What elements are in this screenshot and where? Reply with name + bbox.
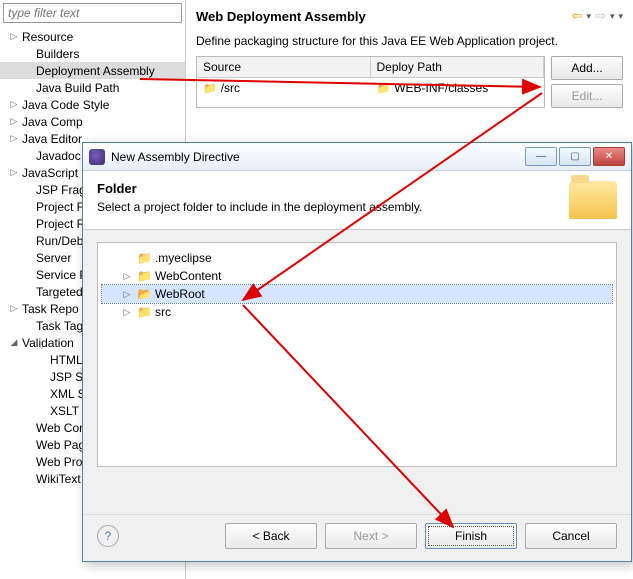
dialog-titlebar[interactable]: New Assembly Directive — ▢ ✕: [83, 143, 631, 171]
tree-item[interactable]: Deployment Assembly: [0, 62, 185, 79]
expand-icon[interactable]: ▷: [8, 133, 20, 144]
tree-item-label: Java Editor: [20, 132, 82, 146]
tree-item-label: Server: [34, 251, 71, 265]
tree-item[interactable]: ▷Java Comp: [0, 113, 185, 130]
minimize-button[interactable]: —: [525, 147, 557, 166]
tree-item-label: Task Repo: [20, 302, 79, 316]
col-source[interactable]: Source: [197, 57, 371, 78]
folder-row[interactable]: ▷📂WebRoot: [102, 285, 612, 303]
folder-label: WebContent: [155, 269, 222, 283]
close-button[interactable]: ✕: [593, 147, 625, 166]
next-button: Next >: [325, 523, 417, 549]
history-nav[interactable]: ⇦ ▾ ⇨ ▾ ▾: [572, 8, 623, 24]
new-assembly-dialog: New Assembly Directive — ▢ ✕ Folder Sele…: [82, 142, 632, 562]
help-button[interactable]: ?: [97, 525, 119, 547]
finish-button[interactable]: Finish: [425, 523, 517, 549]
folder-row[interactable]: 📁.myeclipse: [102, 249, 612, 267]
back-arrow-icon[interactable]: ⇦: [572, 8, 583, 24]
folder-label: WebRoot: [155, 287, 205, 301]
folder-icon: 📁: [137, 269, 152, 283]
tree-item-label: JavaScript: [20, 166, 78, 180]
folder-label: src: [155, 305, 171, 319]
expand-icon[interactable]: ▷: [120, 307, 134, 318]
tree-item[interactable]: ▷Java Code Style: [0, 96, 185, 113]
page-description: Define packaging structure for this Java…: [196, 34, 623, 48]
expand-icon[interactable]: ▷: [8, 303, 20, 314]
cell-deploy: WEB-INF/classes: [394, 81, 488, 95]
tree-item-label: Task Tags: [34, 319, 89, 333]
tree-item-label: Resource: [20, 30, 73, 44]
tree-item[interactable]: ▷Resource: [0, 28, 185, 45]
menu-dropdown-icon[interactable]: ▾: [618, 11, 623, 22]
expand-icon[interactable]: ◢: [8, 337, 20, 348]
forward-dropdown-icon[interactable]: ▾: [610, 11, 615, 22]
tree-item-label: Java Build Path: [34, 81, 119, 95]
folder-icon: 📁: [203, 82, 217, 95]
edit-button: Edit...: [551, 84, 623, 108]
expand-icon[interactable]: ▷: [120, 289, 134, 300]
wizard-heading: Folder: [97, 181, 422, 196]
tree-item-label: Java Code Style: [20, 98, 109, 112]
folder-large-icon: [569, 181, 617, 219]
expand-icon[interactable]: ▷: [8, 116, 20, 127]
tree-item-label: WikiText: [34, 472, 81, 486]
back-dropdown-icon[interactable]: ▾: [587, 11, 592, 22]
maximize-button[interactable]: ▢: [559, 147, 591, 166]
tree-item-label: Validation: [20, 336, 74, 350]
folder-icon: 📂: [137, 287, 152, 301]
expand-icon[interactable]: ▷: [120, 271, 134, 282]
tree-item-label: Java Comp: [20, 115, 83, 129]
tree-item[interactable]: Builders: [0, 45, 185, 62]
back-button[interactable]: < Back: [225, 523, 317, 549]
col-deploy[interactable]: Deploy Path: [371, 57, 545, 78]
folder-icon: 📁: [137, 305, 152, 319]
wizard-subtext: Select a project folder to include in th…: [97, 200, 422, 214]
folder-label: .myeclipse: [155, 251, 212, 265]
expand-icon[interactable]: ▷: [8, 31, 20, 42]
page-title: Web Deployment Assembly: [196, 9, 366, 24]
tree-item-label: Builders: [34, 47, 79, 61]
add-button[interactable]: Add...: [551, 56, 623, 80]
eclipse-icon: [89, 149, 105, 165]
dialog-title: New Assembly Directive: [111, 150, 525, 164]
cell-source: /src: [221, 81, 240, 95]
folder-row[interactable]: ▷📁WebContent: [102, 267, 612, 285]
filter-input[interactable]: [3, 3, 182, 23]
expand-icon[interactable]: ▷: [8, 167, 20, 178]
folder-icon: 📁: [377, 82, 391, 95]
assembly-table[interactable]: Source Deploy Path 📁/src 📁WEB-INF/classe…: [196, 56, 545, 108]
folder-tree[interactable]: 📁.myeclipse▷📁WebContent▷📂WebRoot▷📁src: [97, 242, 617, 467]
tree-item-label: Deployment Assembly: [34, 64, 155, 78]
tree-item[interactable]: Java Build Path: [0, 79, 185, 96]
table-row[interactable]: 📁/src 📁WEB-INF/classes: [197, 78, 544, 98]
folder-row[interactable]: ▷📁src: [102, 303, 612, 321]
forward-arrow-icon[interactable]: ⇨: [595, 8, 606, 24]
folder-icon: 📁: [137, 251, 152, 265]
cancel-button[interactable]: Cancel: [525, 523, 617, 549]
expand-icon[interactable]: ▷: [8, 99, 20, 110]
